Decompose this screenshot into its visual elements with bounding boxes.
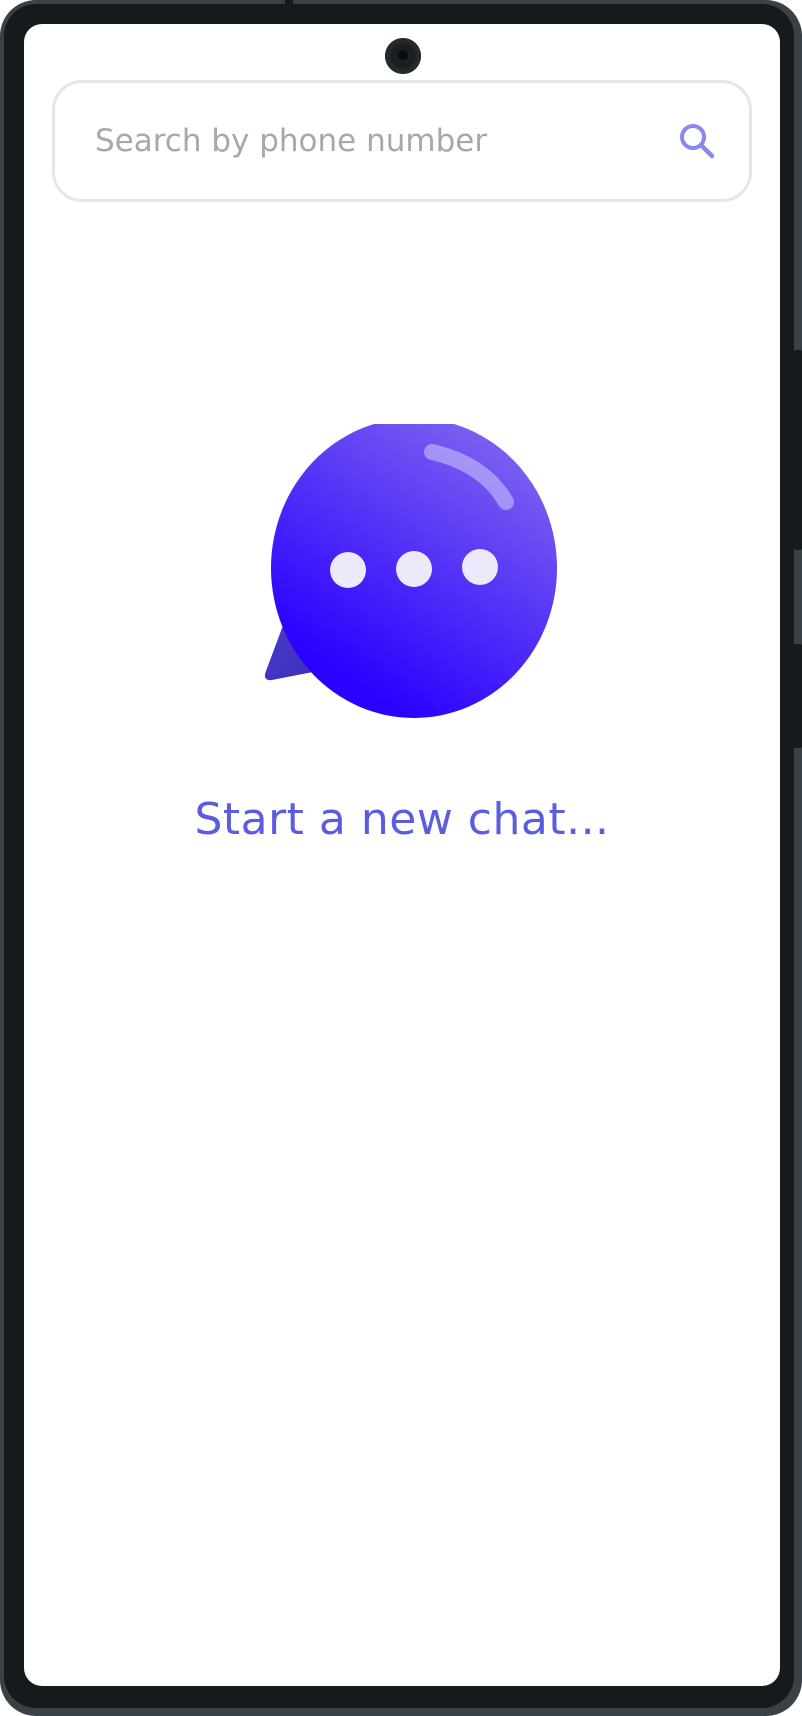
search-bar[interactable] [52, 80, 752, 202]
power-button [794, 350, 802, 550]
search-button[interactable] [667, 111, 727, 171]
volume-button [794, 644, 802, 748]
search-icon [680, 124, 715, 159]
app-screen: Start a new chat... [24, 24, 780, 1686]
empty-state-message: Start a new chat... [194, 794, 610, 845]
phone-frame: Start a new chat... [0, 0, 802, 1716]
chat-bubble-icon [264, 424, 557, 718]
front-camera [385, 38, 421, 74]
search-input[interactable] [93, 110, 667, 172]
phone-bezel: Start a new chat... [4, 4, 794, 1708]
